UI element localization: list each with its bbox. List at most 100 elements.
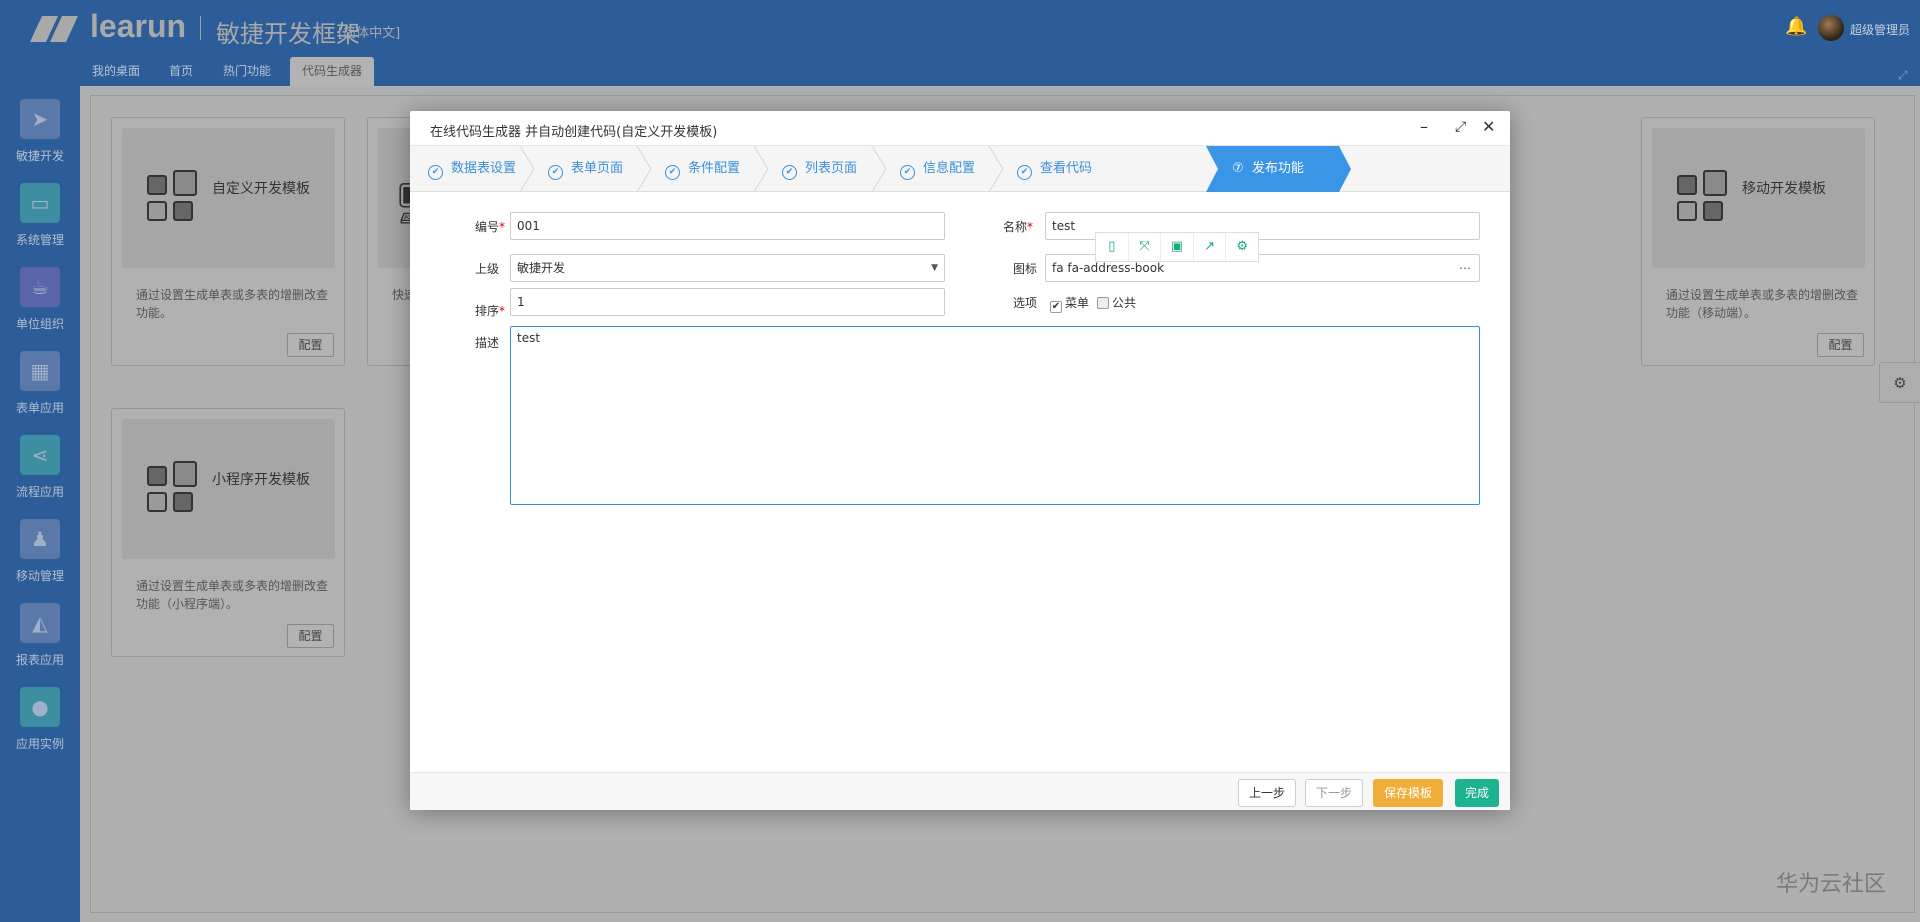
sidebar-item-1[interactable]: ▭ 系统管理 (0, 183, 80, 267)
step-label: 数据表设置 (451, 161, 517, 176)
configure-button[interactable]: 配置 (1817, 333, 1864, 357)
expand-icon[interactable]: ⤧ (1129, 233, 1162, 261)
sidebar-item-0[interactable]: ➤ 敏捷开发 (0, 99, 80, 183)
tab-code-generator[interactable]: 代码生成器 (290, 57, 375, 86)
tab-hot[interactable]: 热门功能 (211, 57, 283, 86)
sidebar-item-label: 流程应用 (15, 485, 64, 499)
user-name[interactable]: 超级管理员 (1850, 21, 1910, 38)
step-4[interactable]: ✔ 信息配置 (900, 146, 975, 192)
parent-select[interactable]: 敏捷开发 ▼ (510, 254, 945, 282)
coffee-icon: ☕ (20, 267, 60, 307)
step-separator (636, 146, 652, 192)
minimize-icon[interactable]: – (1420, 117, 1428, 136)
desc-label: 描述 (475, 336, 500, 350)
public-checkbox[interactable]: 公共 (1097, 294, 1136, 311)
desktop-icon: ▭ (20, 183, 60, 223)
step-publish[interactable]: ⑦ 发布功能 (1232, 146, 1304, 192)
code-input[interactable]: 001 (510, 212, 945, 240)
template-blocks-icon (147, 170, 202, 225)
sidebar-item-6[interactable]: ◭ 报表应用 (0, 603, 80, 687)
sidebar-item-label: 移动管理 (15, 569, 64, 583)
tab-home[interactable]: 首页 (157, 57, 205, 86)
check-circle-icon: ✔ (782, 165, 797, 180)
card-title: 小程序开发模板 (212, 472, 310, 488)
sidebar-item-5[interactable]: ♟ 移动管理 (0, 519, 80, 603)
sort-label: 排序* (475, 304, 506, 318)
save-icon[interactable]: ▣ (1161, 233, 1194, 261)
wizard-steps: ⑦ 发布功能 ✔ 数据表设置 ✔ 表单页面 ✔ 条件配置 ✔ 列表页面 ✔ 信息配置 ✔ 查看代码 (410, 145, 1510, 192)
sidebar-item-2[interactable]: ☕ 单位组织 (0, 267, 80, 351)
step-label: 条件配置 (688, 161, 741, 176)
parent-label: 上级 (475, 262, 500, 276)
sidebar-item-label: 表单应用 (15, 401, 64, 415)
fullscreen-icon[interactable]: ⤢ (1898, 68, 1908, 83)
card-image: 移动开发模板 (1652, 128, 1865, 268)
divider (200, 16, 201, 40)
settings-gear-button[interactable]: ⚙ (1879, 362, 1920, 403)
close-icon[interactable]: ✕ (1482, 117, 1495, 136)
icon-toolbar-popover: ▯ ⤧ ▣ ↗ ⚙ (1095, 232, 1259, 262)
watermark: 华为云社区 (1776, 872, 1887, 897)
template-card: 自定义开发模板通过设置生成单表或多表的增删改查功能。配置 (111, 117, 345, 366)
check-circle-icon: ✔ (665, 165, 680, 180)
parent-value: 敏捷开发 (517, 261, 566, 275)
sidebar-item-4[interactable]: ⋖ 流程应用 (0, 435, 80, 519)
card-title: 自定义开发模板 (212, 181, 310, 197)
sidebar-item-label: 报表应用 (15, 653, 64, 667)
maximize-icon[interactable]: ⤢ (1455, 119, 1466, 135)
sidebar: ➤ 敏捷开发 ▭ 系统管理 ☕ 单位组织 ▦ 表单应用 ⋖ 流程应用 ♟ 移动管理 ◭ 报表应用 ● 应用实例 (0, 86, 80, 922)
prev-button[interactable]: 上一步 (1238, 779, 1297, 807)
step-separator (519, 146, 535, 192)
step-1[interactable]: ✔ 表单页面 (548, 146, 623, 192)
sidebar-item-label: 应用实例 (15, 737, 64, 751)
more-icon[interactable]: … (1459, 252, 1471, 278)
check-circle-icon: ✔ (428, 165, 443, 180)
configure-button[interactable]: 配置 (287, 624, 334, 648)
icon-value: fa fa-address-book (1052, 261, 1165, 275)
tab-my-desktop[interactable]: 我的桌面 (80, 57, 152, 86)
share-icon: ⋖ (20, 435, 60, 475)
mobile-icon[interactable]: ▯ (1096, 233, 1129, 261)
table-icon: ▦ (20, 351, 60, 391)
sidebar-item-label: 敏捷开发 (15, 149, 64, 163)
chevron-down-icon: ▼ (931, 263, 938, 273)
sidebar-item-7[interactable]: ● 应用实例 (0, 687, 80, 771)
next-button[interactable]: 下一步 (1305, 779, 1364, 807)
template-blocks-icon (1677, 170, 1732, 225)
bell-icon[interactable]: 🔔 (1785, 16, 1807, 37)
dialog-title: 在线代码生成器 并自动创建代码(自定义开发模板) (430, 125, 718, 140)
top-header: learun 敏捷开发框架 [简体中文] 我的桌面 首页 热门功能 代码生成器 … (0, 0, 1920, 86)
gear-icon[interactable]: ⚙ (1226, 233, 1258, 261)
desc-textarea[interactable]: test (510, 326, 1480, 505)
step-3[interactable]: ✔ 列表页面 (782, 146, 857, 192)
configure-button[interactable]: 配置 (287, 333, 334, 357)
card-image: 小程序开发模板 (122, 419, 335, 559)
sidebar-item-3[interactable]: ▦ 表单应用 (0, 351, 80, 435)
check-circle-icon: ✔ (1017, 165, 1032, 180)
menu-checkbox[interactable]: ✔ 菜单 (1050, 294, 1089, 313)
avatar[interactable] (1818, 15, 1844, 41)
template-card: 小程序开发模板 通过设置生成单表或多表的增删改查功能（小程序端）。 配置 (111, 408, 345, 657)
step-2[interactable]: ✔ 条件配置 (665, 146, 740, 192)
step-separator (871, 146, 887, 192)
card-description: 通过设置生成单表或多表的增删改查功能。 (136, 288, 329, 320)
step-label: 查看代码 (1040, 161, 1093, 176)
sidebar-item-label: 系统管理 (15, 233, 64, 247)
sort-input[interactable]: 1 (510, 288, 945, 316)
save-template-button[interactable]: 保存模板 (1373, 779, 1444, 807)
finish-button[interactable]: 完成 (1455, 779, 1500, 807)
card-title: 移动开发模板 (1742, 181, 1826, 197)
step-separator (988, 146, 1004, 192)
language-selector[interactable]: [简体中文] (338, 22, 400, 41)
android-icon: ♟ (20, 519, 60, 559)
step-0[interactable]: ✔ 数据表设置 (428, 146, 516, 192)
step-5[interactable]: ✔ 查看代码 (1017, 146, 1092, 192)
card-description: 通过设置生成单表或多表的增删改查功能（移动端）。 (1666, 288, 1859, 320)
learun-logo-icon (30, 16, 78, 42)
checkbox-unchecked-icon (1097, 297, 1109, 309)
share-icon[interactable]: ↗ (1194, 233, 1227, 261)
globe-icon: ● (20, 687, 60, 727)
options-label: 选项 (1013, 296, 1038, 310)
step-number: ⑦ (1232, 161, 1244, 176)
dialog-footer: 上一步 下一步 保存模板 完成 (410, 772, 1510, 810)
